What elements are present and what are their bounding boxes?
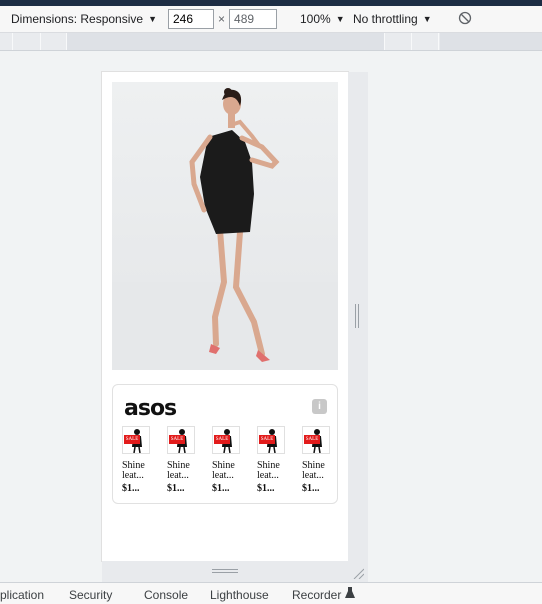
caret-down-icon: ▼ [422,14,432,24]
sale-badge: SALE [169,435,185,444]
height-input[interactable] [229,9,278,29]
times-label: × [218,12,226,26]
ad-card[interactable]: asos i SALE Shine leat... $1... SALE Shi… [112,384,338,504]
product-image[interactable] [112,82,338,370]
dimensions-label: Dimensions: Responsive [11,12,144,26]
product-name: Shine leat... [212,460,235,481]
sale-badge: SALE [259,435,275,444]
resize-corner-icon[interactable] [352,567,364,579]
product-item[interactable]: SALE Shine leat... $1... [122,426,152,494]
product-name: Shine leat... [122,460,145,481]
tab-application[interactable]: plication [0,588,44,602]
product-name: Shine leat... [167,460,190,481]
tab-console[interactable]: Console [144,588,188,602]
width-input[interactable] [168,9,214,29]
tab-security[interactable]: Security [69,588,112,602]
device-toolbar: Dimensions: Responsive ▼ × 100% ▼ No thr… [0,6,542,33]
dimensions-dropdown[interactable]: Dimensions: Responsive ▼ [11,12,157,26]
device-stage: asos i SALE Shine leat... $1... SALE Shi… [0,51,542,582]
flask-icon [345,587,355,602]
zoom-dropdown[interactable]: 100% ▼ [300,12,345,26]
product-price: $1... [257,483,275,494]
product-list: SALE Shine leat... $1... SALE Shine leat… [122,426,332,494]
resize-handle-bottom[interactable] [102,561,368,582]
caret-down-icon: ▼ [148,14,157,24]
product-price: $1... [122,483,140,494]
sale-badge: SALE [124,435,140,444]
media-query-ruler[interactable] [0,33,542,51]
grip-icon [355,304,359,328]
product-thumbnail[interactable]: SALE [302,426,330,454]
product-thumbnail[interactable]: SALE [167,426,195,454]
product-thumbnail[interactable]: SALE [212,426,240,454]
product-price: $1... [212,483,230,494]
product-item[interactable]: SALE Shine leat... $1... [257,426,287,494]
product-thumbnail[interactable]: SALE [122,426,150,454]
zoom-label: 100% [300,12,331,26]
product-name: Shine leat... [302,460,325,481]
tab-lighthouse[interactable]: Lighthouse [210,588,269,602]
product-item[interactable]: SALE Shine leat... $1... [167,426,197,494]
resize-handle-right[interactable] [348,72,368,561]
product-item[interactable]: SALE Shine leat... $1... [302,426,332,494]
product-price: $1... [302,483,320,494]
sale-badge: SALE [214,435,230,444]
tab-recorder[interactable]: Recorder [292,588,341,602]
info-icon[interactable]: i [312,399,327,414]
device-viewport: asos i SALE Shine leat... $1... SALE Shi… [102,72,348,561]
product-price: $1... [167,483,185,494]
devtools-tab-bar: plication Security Console Lighthouse Re… [0,582,542,604]
grip-icon [212,569,238,573]
rotate-icon[interactable] [458,11,472,25]
caret-down-icon: ▼ [335,14,345,24]
product-item[interactable]: SALE Shine leat... $1... [212,426,242,494]
sale-badge: SALE [304,435,320,444]
product-thumbnail[interactable]: SALE [257,426,285,454]
brand-logo[interactable]: asos [124,396,177,421]
throttling-label: No throttling [353,12,418,26]
product-name: Shine leat... [257,460,280,481]
throttling-dropdown[interactable]: No throttling ▼ [353,12,432,26]
